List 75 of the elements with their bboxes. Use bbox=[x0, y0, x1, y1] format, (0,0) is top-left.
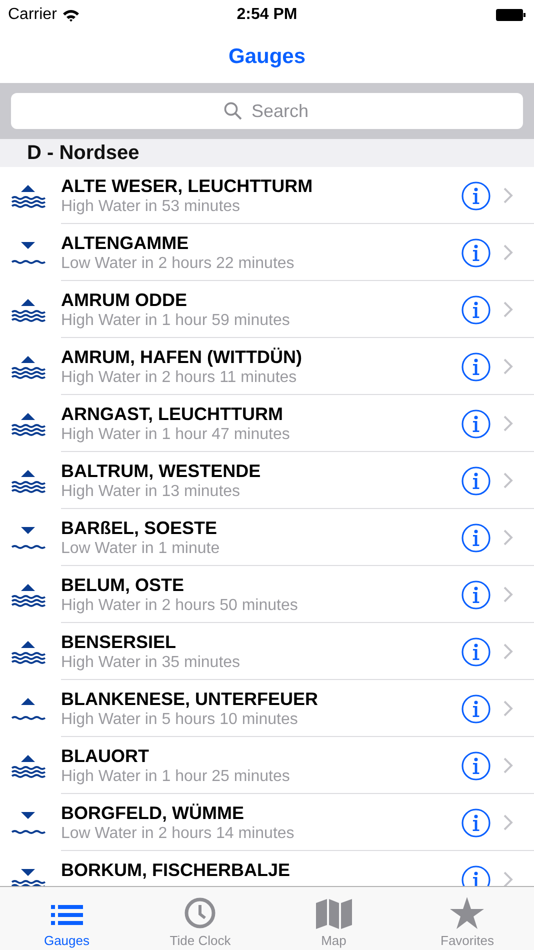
chevron-icon bbox=[503, 871, 513, 886]
chevron-icon bbox=[503, 472, 513, 489]
tide-detail: Low Water in 2 hours 14 minutes bbox=[61, 824, 294, 842]
info-button[interactable] bbox=[461, 694, 491, 724]
wifi-icon bbox=[62, 8, 80, 22]
chevron-icon bbox=[503, 415, 513, 432]
chevron-icon bbox=[503, 529, 513, 546]
tide-detail: Low Water in 2 hours 22 minutes bbox=[61, 254, 294, 272]
chevron-icon bbox=[503, 700, 513, 717]
clock-icon bbox=[184, 897, 216, 929]
gauge-row[interactable]: BLANKENESE, UNTERFEUER High Water in 5 hours 10 minutes bbox=[0, 680, 534, 737]
gauge-row[interactable]: BLAUORT High Water in 1 hour 25 minutes bbox=[0, 737, 534, 794]
gauge-name: ARNGAST, LEUCHTTURM bbox=[61, 404, 283, 424]
gauge-row[interactable]: AMRUM, HAFEN (WITTDÜN) High Water in 2 hours 11 minutes bbox=[0, 338, 534, 395]
info-button[interactable] bbox=[461, 636, 491, 666]
tide-detail: Low Water in 1 minute bbox=[61, 540, 220, 558]
gauge-name: BARßEL, SOESTE bbox=[61, 518, 218, 538]
map-icon bbox=[316, 899, 352, 929]
gauge-name: BENSERSIEL bbox=[61, 632, 176, 652]
tide-detail: High Water in 5 hours 10 minutes bbox=[61, 710, 298, 728]
gauge-row[interactable]: AMRUM ODDE High Water in 1 hour 59 minutes bbox=[0, 281, 534, 338]
chevron-icon bbox=[503, 358, 513, 375]
search-icon bbox=[224, 102, 242, 120]
tide-detail: High Water in 13 minutes bbox=[61, 482, 240, 500]
gauge-name: BLANKENESE, UNTERFEUER bbox=[61, 688, 318, 710]
gauge-row[interactable]: BELUM, OSTE High Water in 2 hours 50 minutes bbox=[0, 566, 534, 623]
gauge-name: BELUM, OSTE bbox=[61, 574, 184, 596]
info-button[interactable] bbox=[461, 238, 491, 268]
nav-title: Gauges bbox=[228, 44, 306, 68]
gauge-row[interactable]: BARßEL, SOESTE Low Water in 1 minute bbox=[0, 509, 534, 566]
gauge-row[interactable]: BALTRUM, WESTENDE High Water in 13 minutes bbox=[0, 452, 534, 509]
tide-detail: High Water in 1 hour 25 minutes bbox=[61, 768, 290, 786]
gauge-row[interactable]: ALTENGAMME Low Water in 2 hours 22 minutes bbox=[0, 224, 534, 281]
gauge-row[interactable]: ARNGAST, LEUCHTTURM High Water in 1 hour 47 minutes bbox=[0, 395, 534, 452]
gauge-name: AMRUM, HAFEN (WITTDÜN) bbox=[61, 346, 302, 368]
gauge-row[interactable]: BORGFELD, WÜMME Low Water in 2 hours 14 minutes bbox=[0, 794, 534, 851]
section-header: D - Nordsee bbox=[27, 142, 140, 164]
chevron-icon bbox=[503, 814, 513, 831]
gauge-name: BORGFELD, WÜMME bbox=[61, 802, 244, 824]
info-button[interactable] bbox=[461, 352, 491, 382]
tide-detail: High Water in 53 minutes bbox=[61, 198, 240, 216]
info-button[interactable] bbox=[461, 522, 491, 552]
chevron-icon bbox=[503, 586, 513, 603]
gauge-name: ALTE WESER, LEUCHTTURM bbox=[61, 176, 313, 196]
search-field[interactable]: Search bbox=[11, 93, 523, 129]
tab-bar-item[interactable]: Gauges bbox=[0, 887, 134, 950]
info-button[interactable] bbox=[461, 864, 491, 886]
carrier-label: Carrier bbox=[8, 6, 57, 24]
chevron-icon bbox=[503, 643, 513, 660]
info-button[interactable] bbox=[461, 750, 491, 780]
gauge-name: BLAUORT bbox=[61, 746, 149, 766]
tide-detail: High Water in 2 hours 50 minutes bbox=[61, 596, 298, 614]
gauge-name: AMRUM ODDE bbox=[61, 290, 187, 310]
info-button[interactable] bbox=[461, 294, 491, 324]
info-button[interactable] bbox=[461, 408, 491, 438]
gauge-name: BORKUM, FISCHERBALJE bbox=[61, 860, 290, 880]
info-button[interactable] bbox=[461, 466, 491, 496]
tide-detail: High Water in 1 hour 59 minutes bbox=[61, 312, 290, 330]
status-time: 2:54 PM bbox=[236, 6, 298, 24]
tide-detail: High Water in 35 minutes bbox=[61, 654, 240, 672]
chevron-icon bbox=[503, 757, 513, 774]
info-button[interactable] bbox=[461, 808, 491, 838]
chevron-icon bbox=[503, 187, 513, 204]
tide-detail: High Water in 1 hour 47 minutes bbox=[61, 426, 290, 444]
chevron-icon bbox=[503, 301, 513, 318]
tide-detail: High Water in 2 hours 11 minutes bbox=[61, 368, 297, 386]
gauge-name: ALTENGAMME bbox=[61, 232, 189, 254]
star-icon bbox=[450, 897, 484, 929]
info-button[interactable] bbox=[461, 180, 491, 210]
battery-icon bbox=[496, 9, 526, 21]
info-button[interactable] bbox=[461, 580, 491, 610]
chevron-icon bbox=[503, 244, 513, 261]
gauge-row[interactable]: ALTE WESER, LEUCHTTURM High Water in 53 minutes bbox=[0, 167, 534, 224]
gauge-name: BALTRUM, WESTENDE bbox=[61, 460, 261, 482]
gauge-row[interactable]: BENSERSIEL High Water in 35 minutes bbox=[0, 623, 534, 680]
